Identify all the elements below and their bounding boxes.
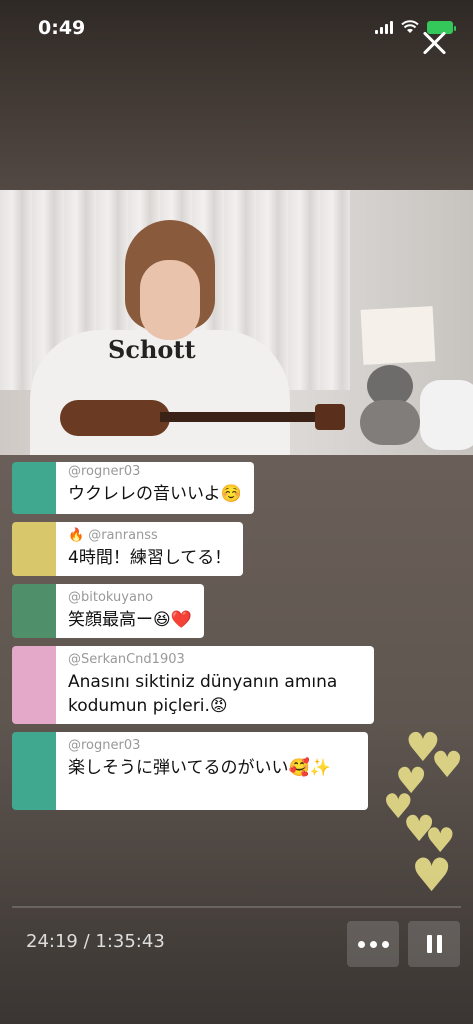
hearts-animation: ♥ ♥ ♥ ♥ ♥ ♥ ♥ xyxy=(373,720,473,910)
comment-bubble: @SerkanCnd1903 Anasını siktiniz dünyanın… xyxy=(56,646,374,724)
signal-icon xyxy=(375,20,393,34)
comment-item[interactable]: @SerkanCnd1903 Anasını siktiniz dünyanın… xyxy=(12,646,374,724)
commenter-avatar xyxy=(12,522,56,576)
wall-note xyxy=(360,306,436,365)
comment-bubble: @rogner03 楽しそうに弾いてるのがいい🥰✨ xyxy=(56,732,368,810)
comment-username: @SerkanCnd1903 xyxy=(68,652,185,667)
flame-icon: 🔥 xyxy=(68,528,85,543)
progress-divider[interactable] xyxy=(12,906,461,908)
status-bar: 0:49 xyxy=(0,0,473,60)
commenter-avatar xyxy=(12,584,56,638)
teddy-bear xyxy=(355,365,425,445)
commenter-avatar xyxy=(12,732,56,810)
status-time: 0:49 xyxy=(38,17,86,39)
heart-icon: ♥ xyxy=(411,848,453,902)
commenter-avatar xyxy=(12,462,56,514)
comment-bubble: @rogner03 ウクレレの音いいよ☺️ xyxy=(56,462,254,514)
comment-text: 笑顔最高ー😆❤️ xyxy=(68,610,192,630)
shirt-logo: Schott xyxy=(108,335,196,364)
pause-button[interactable] xyxy=(408,921,460,967)
commenter-avatar xyxy=(12,646,56,724)
comment-item[interactable]: @rogner03 楽しそうに弾いてるのがいい🥰✨ xyxy=(12,732,368,810)
comment-item[interactable]: @bitokuyano 笑顔最高ー😆❤️ xyxy=(12,584,204,638)
wifi-icon xyxy=(401,20,419,33)
pause-icon xyxy=(426,935,432,953)
video-frame[interactable]: Schott xyxy=(0,190,473,455)
comment-bubble: 🔥 @ranranss 4時間！練習してる！ xyxy=(56,522,244,576)
comment-text: Anasını siktiniz dünyanın amına kodumun … xyxy=(68,672,338,716)
comment-item[interactable]: 🔥 @ranranss 4時間！練習してる！ xyxy=(12,522,244,576)
playback-time: 24:19 / 1:35:43 xyxy=(26,931,165,952)
comment-username: @ranranss xyxy=(88,528,158,543)
close-icon[interactable] xyxy=(419,28,449,58)
comment-username: @bitokuyano xyxy=(68,590,154,605)
ukulele xyxy=(60,400,345,436)
more-icon xyxy=(357,940,365,948)
comment-text: 楽しそうに弾いてるのがいい🥰✨ xyxy=(68,758,331,778)
more-button[interactable] xyxy=(347,921,399,967)
comment-username: @rogner03 xyxy=(68,738,141,753)
comment-username: @rogner03 xyxy=(68,464,141,479)
comment-text: 4時間！練習してる！ xyxy=(68,548,232,568)
comment-item[interactable]: @rogner03 ウクレレの音いいよ☺️ xyxy=(12,462,254,514)
comment-bubble: @bitokuyano 笑顔最高ー😆❤️ xyxy=(56,584,204,638)
comment-text: ウクレレの音いいよ☺️ xyxy=(68,484,242,504)
heart-icon: ♥ xyxy=(431,745,464,786)
pillow xyxy=(420,380,473,450)
